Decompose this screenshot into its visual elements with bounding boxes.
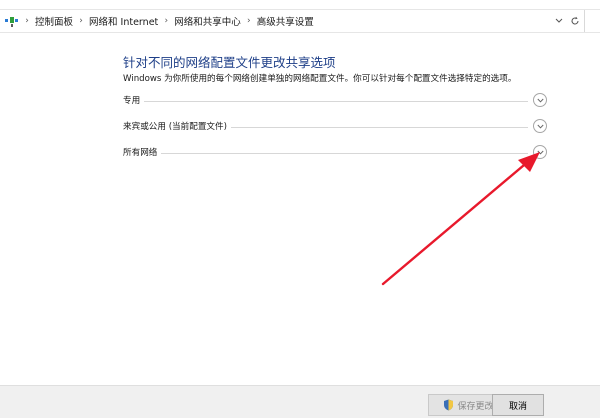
divider-line bbox=[123, 101, 528, 102]
chevron-down-icon bbox=[555, 18, 563, 23]
expand-guest-public-button[interactable] bbox=[533, 119, 547, 133]
chevron-down-icon bbox=[536, 124, 544, 129]
divider-line bbox=[123, 153, 528, 154]
cancel-button[interactable]: 取消 bbox=[492, 394, 544, 416]
profile-all-networks-label: 所有网络 bbox=[123, 146, 162, 158]
profile-private-label: 专用 bbox=[123, 94, 145, 106]
page-title: 针对不同的网络配置文件更改共享选项 bbox=[123, 55, 336, 70]
breadcrumb-separator: › bbox=[25, 16, 29, 26]
network-control-panel-icon bbox=[5, 17, 18, 27]
breadcrumb-advanced-sharing[interactable]: 高级共享设置 bbox=[254, 14, 317, 28]
footer-bar: 保存更改 取消 bbox=[0, 385, 600, 418]
expand-all-networks-button[interactable] bbox=[533, 145, 547, 159]
profile-guest-public[interactable]: 来宾或公用 (当前配置文件) bbox=[123, 119, 549, 135]
breadcrumb-separator: › bbox=[246, 16, 251, 26]
chevron-down-icon bbox=[536, 150, 544, 155]
uac-shield-icon bbox=[444, 399, 454, 411]
profile-guest-public-label: 来宾或公用 (当前配置文件) bbox=[123, 120, 231, 132]
search-box-divider bbox=[584, 10, 585, 32]
breadcrumb-control-panel[interactable]: 控制面板 bbox=[32, 14, 76, 28]
refresh-icon bbox=[571, 16, 579, 25]
address-dropdown-button[interactable] bbox=[553, 13, 565, 29]
page-description: Windows 为你所使用的每个网络创建单独的网络配置文件。你可以针对每个配置文… bbox=[123, 74, 517, 84]
advanced-sharing-settings-window: › 控制面板 › 网络和 Internet › 网络和共享中心 › 高级共享设置… bbox=[0, 0, 600, 418]
breadcrumb-network-sharing-center[interactable]: 网络和共享中心 bbox=[171, 14, 244, 28]
chevron-down-icon bbox=[536, 98, 544, 103]
breadcrumb-separator: › bbox=[79, 16, 83, 26]
breadcrumb-network-internet[interactable]: 网络和 Internet bbox=[86, 14, 161, 28]
breadcrumb: › 控制面板 › 网络和 Internet › 网络和共享中心 › 高级共享设置 bbox=[22, 10, 317, 32]
save-changes-label: 保存更改 bbox=[457, 401, 494, 412]
refresh-button[interactable] bbox=[568, 13, 582, 29]
breadcrumb-separator: › bbox=[164, 16, 169, 26]
address-bar: › 控制面板 › 网络和 Internet › 网络和共享中心 › 高级共享设置 bbox=[0, 9, 600, 33]
profile-all-networks[interactable]: 所有网络 bbox=[123, 145, 549, 161]
profile-private[interactable]: 专用 bbox=[123, 93, 549, 109]
expand-private-button[interactable] bbox=[533, 93, 547, 107]
